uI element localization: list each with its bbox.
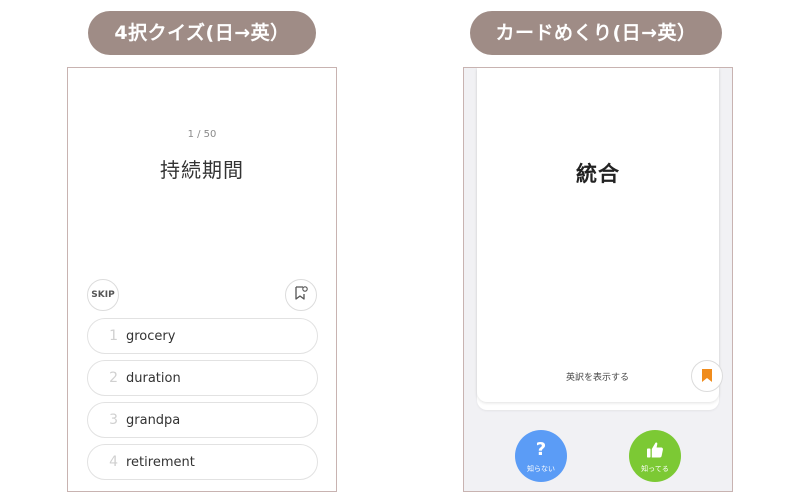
dont-know-button[interactable]: ? 知らない [515,430,567,482]
flashcard-screen: 統合 英訳を表示する ? 知らない 知ってる [463,67,733,492]
show-translation-link[interactable]: 英訳を表示する [566,370,629,383]
bookmark-icon [702,367,712,386]
know-button[interactable]: 知ってる [629,430,681,482]
option-number: 2 [109,370,118,386]
option-word: grandpa [126,412,181,428]
dont-know-label: 知らない [527,464,555,473]
option-number: 1 [109,328,118,344]
question-mark-icon: ? [535,438,547,460]
card-section-title: カードめくり(日→英） [470,11,722,55]
bookmark-button[interactable] [285,279,317,311]
quiz-screen: 1 / 50 持続期間 SKIP 1 grocery 2 duration 3 … [67,67,337,492]
option-word: grocery [126,328,176,344]
thumbs-up-icon [646,439,664,461]
progress-counter: 1 / 50 [187,129,217,140]
flashcard[interactable]: 統合 英訳を表示する [477,68,723,402]
know-label: 知ってる [641,464,669,473]
quiz-section-title: 4択クイズ(日→英） [88,11,316,55]
skip-button[interactable]: SKIP [87,279,119,311]
question-term: 持続期間 [160,158,244,182]
answer-option-1[interactable]: 1 grocery [87,318,318,354]
option-word: duration [126,370,181,386]
answer-option-2[interactable]: 2 duration [87,360,318,396]
card-bookmark-button[interactable] [691,360,723,392]
option-number: 3 [109,412,118,428]
answer-option-4[interactable]: 4 retirement [87,444,318,480]
card-term: 統合 [576,162,620,186]
answer-option-3[interactable]: 3 grandpa [87,402,318,438]
bookmark-add-icon [294,285,308,305]
option-word: retirement [126,454,195,470]
option-number: 4 [109,454,118,470]
